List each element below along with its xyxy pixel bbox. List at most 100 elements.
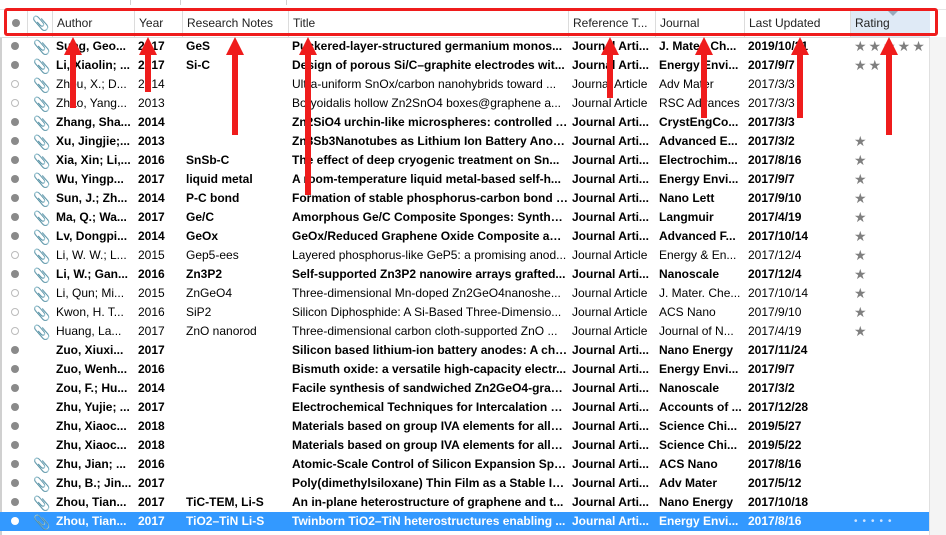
table-row[interactable]: 📎 Ma, Q.; Wa... 2017 Ge/C Amorphous Ge/C Com… xyxy=(0,208,930,227)
read-status-dot-icon[interactable] xyxy=(11,137,19,145)
read-status-dot-icon[interactable] xyxy=(11,346,19,354)
column-attachment[interactable]: 📎 xyxy=(27,10,51,37)
read-status-dot-icon[interactable] xyxy=(11,156,19,164)
paperclip-icon[interactable]: 📎 xyxy=(33,228,50,247)
read-status-dot-icon[interactable] xyxy=(11,498,19,506)
table-row[interactable]: 📎 Li, Xiaolin; ... 2017 Si-C Design of porou… xyxy=(0,56,930,75)
rating-stars[interactable]: ★ xyxy=(854,132,869,151)
column-rating[interactable]: Rating xyxy=(850,10,930,37)
table-row[interactable]: Zuo, Wenh... 2016 Bismuth oxide: a versati… xyxy=(0,360,930,379)
column-journal[interactable]: Journal xyxy=(655,10,744,37)
read-status-dot-icon[interactable] xyxy=(11,403,19,411)
read-status-dot-icon[interactable] xyxy=(11,479,19,487)
paperclip-icon[interactable]: 📎 xyxy=(33,266,50,285)
rating-stars[interactable]: ★★★★★ xyxy=(854,37,927,56)
paperclip-icon[interactable]: 📎 xyxy=(33,38,50,57)
table-row[interactable]: Zhu, Xiaoc... 2018 Materials based on grou… xyxy=(0,436,930,455)
read-status-dot-icon[interactable] xyxy=(11,61,19,69)
table-row[interactable]: 📎 Zhu, Jian; ... 2016 Atomic-Scale Control … xyxy=(0,455,930,474)
table-row[interactable]: 📎 Lv, Dongpi... 2014 GeOx GeOx/Reduced Graph… xyxy=(0,227,930,246)
table-row[interactable]: 📎 Zhou, Tian... 2017 TiO2–TiN Li-S Twinborn … xyxy=(0,512,930,531)
read-status-dot-icon[interactable] xyxy=(11,232,19,240)
table-row[interactable]: 📎 Zhou, Tian... 2017 TiC-TEM, Li-S An in-pla… xyxy=(0,493,930,512)
column-read-status[interactable] xyxy=(6,10,26,37)
table-row[interactable]: 📎 Xia, Xin; Li,... 2016 SnSb-C The effect of… xyxy=(0,151,930,170)
paperclip-icon[interactable]: 📎 xyxy=(33,171,50,190)
rating-stars[interactable]: ★ xyxy=(854,189,869,208)
column-author[interactable]: Author xyxy=(52,10,134,37)
rating-stars[interactable]: ★ xyxy=(854,303,869,322)
read-status-dot-icon[interactable] xyxy=(11,422,19,430)
read-status-dot-icon[interactable] xyxy=(11,517,19,525)
table-row[interactable]: 📎 Wu, Yingp... 2017 liquid metal A room-temp… xyxy=(0,170,930,189)
cell-reftype: Journal Article xyxy=(572,248,648,262)
read-status-dot-icon[interactable] xyxy=(11,270,19,278)
paperclip-icon[interactable]: 📎 xyxy=(33,285,50,304)
column-year[interactable]: Year xyxy=(134,10,182,37)
table-row[interactable]: 📎 Sung, Geo... 2017 GeS Puckered-layer-struc… xyxy=(0,37,930,56)
table-row[interactable]: 📎 Li, W.; Gan... 2016 Zn3P2 Self-supported Z… xyxy=(0,265,930,284)
rating-stars[interactable]: ★ xyxy=(854,208,869,227)
rating-stars[interactable]: ★ xyxy=(854,170,869,189)
read-status-dot-icon[interactable] xyxy=(11,194,19,202)
paperclip-icon[interactable]: 📎 xyxy=(33,152,50,171)
paperclip-icon[interactable]: 📎 xyxy=(33,76,50,95)
table-row[interactable]: Zhu, Yujie; ... 2017 Electrochemical Techn… xyxy=(0,398,930,417)
rating-stars[interactable]: ★ xyxy=(854,227,869,246)
table-row[interactable]: 📎 Zhu, B.; Jin... 2017 Poly(dimethylsiloxan… xyxy=(0,474,930,493)
table-row[interactable]: 📎 Kwon, H. T... 2016 SiP2 Silicon Diphosphid… xyxy=(0,303,930,322)
table-row[interactable]: 📎 Zhang, Sha... 2014 Zn2SiO4 urchin-like mi… xyxy=(0,113,930,132)
rating-stars[interactable]: ★ xyxy=(854,246,869,265)
rating-stars[interactable]: ★ xyxy=(854,151,869,170)
table-row[interactable]: Zou, F.; Hu... 2014 Facile synthesis of sa… xyxy=(0,379,930,398)
paperclip-icon[interactable]: 📎 xyxy=(33,323,50,342)
read-status-dot-icon[interactable] xyxy=(11,308,19,316)
column-reference-type[interactable]: Reference T... xyxy=(568,10,655,37)
read-status-dot-icon[interactable] xyxy=(11,99,19,107)
paperclip-icon[interactable]: 📎 xyxy=(33,494,50,513)
read-status-dot-icon[interactable] xyxy=(11,289,19,297)
read-status-dot-icon[interactable] xyxy=(11,460,19,468)
table-row[interactable]: 📎 Zhao, Yang... 2013 Boryoidalis hollow Zn2… xyxy=(0,94,930,113)
paperclip-icon[interactable]: 📎 xyxy=(33,456,50,475)
read-status-dot-icon[interactable] xyxy=(11,251,19,259)
table-row[interactable]: 📎 Li, W. W.; L... 2015 Gep5-ees Layered phos… xyxy=(0,246,930,265)
read-status-dot-icon[interactable] xyxy=(11,327,19,335)
column-last-updated[interactable]: Last Updated xyxy=(744,10,850,37)
cell-title: Materials based on group IVA elements fo… xyxy=(292,438,568,452)
table-row[interactable]: 📎 Zhou, X.; D... 2014 Ultra-uniform SnOx/ca… xyxy=(0,75,930,94)
paperclip-icon[interactable]: 📎 xyxy=(33,475,50,494)
paperclip-icon[interactable]: 📎 xyxy=(33,190,50,209)
read-status-dot-icon[interactable] xyxy=(11,365,19,373)
column-title[interactable]: Title xyxy=(288,10,568,37)
paperclip-icon[interactable]: 📎 xyxy=(33,513,50,532)
read-status-dot-icon[interactable] xyxy=(11,175,19,183)
table-row[interactable]: Zhu, Xiaoc... 2018 Materials based on grou… xyxy=(0,417,930,436)
table-row[interactable]: Zuo, Xiuxi... 2017 Silicon based lithium-i… xyxy=(0,341,930,360)
vertical-scrollbar[interactable] xyxy=(929,37,946,535)
paperclip-icon[interactable]: 📎 xyxy=(33,133,50,152)
paperclip-icon[interactable]: 📎 xyxy=(33,114,50,133)
rating-stars[interactable]: ★ xyxy=(854,284,869,303)
read-status-dot-icon[interactable] xyxy=(11,42,19,50)
column-research-notes[interactable]: Research Notes xyxy=(182,10,288,37)
read-status-dot-icon[interactable] xyxy=(11,441,19,449)
paperclip-icon[interactable]: 📎 xyxy=(33,247,50,266)
cell-author: Zhu, B.; Jin... xyxy=(56,476,132,490)
rating-stars[interactable]: ••••• xyxy=(854,512,897,531)
table-row[interactable]: 📎 Li, Qun; Mi... 2015 ZnGeO4 Three-dimension… xyxy=(0,284,930,303)
rating-stars[interactable]: ★★ xyxy=(854,56,883,75)
read-status-dot-icon[interactable] xyxy=(11,213,19,221)
table-row[interactable]: 📎 Sun, J.; Zh... 2014 P-C bond Formation of … xyxy=(0,189,930,208)
table-row[interactable]: 📎 Xu, Jingjie;... 2013 Zn3Sb3Nanotubes as L… xyxy=(0,132,930,151)
paperclip-icon[interactable]: 📎 xyxy=(33,95,50,114)
paperclip-icon[interactable]: 📎 xyxy=(33,57,50,76)
rating-stars[interactable]: ★ xyxy=(854,322,869,341)
read-status-dot-icon[interactable] xyxy=(11,118,19,126)
read-status-dot-icon[interactable] xyxy=(11,80,19,88)
paperclip-icon[interactable]: 📎 xyxy=(33,304,50,323)
read-status-dot-icon[interactable] xyxy=(11,384,19,392)
paperclip-icon[interactable]: 📎 xyxy=(33,209,50,228)
rating-stars[interactable]: ★ xyxy=(854,265,869,284)
table-row[interactable]: 📎 Huang, La... 2017 ZnO nanorod Three-dimens… xyxy=(0,322,930,341)
